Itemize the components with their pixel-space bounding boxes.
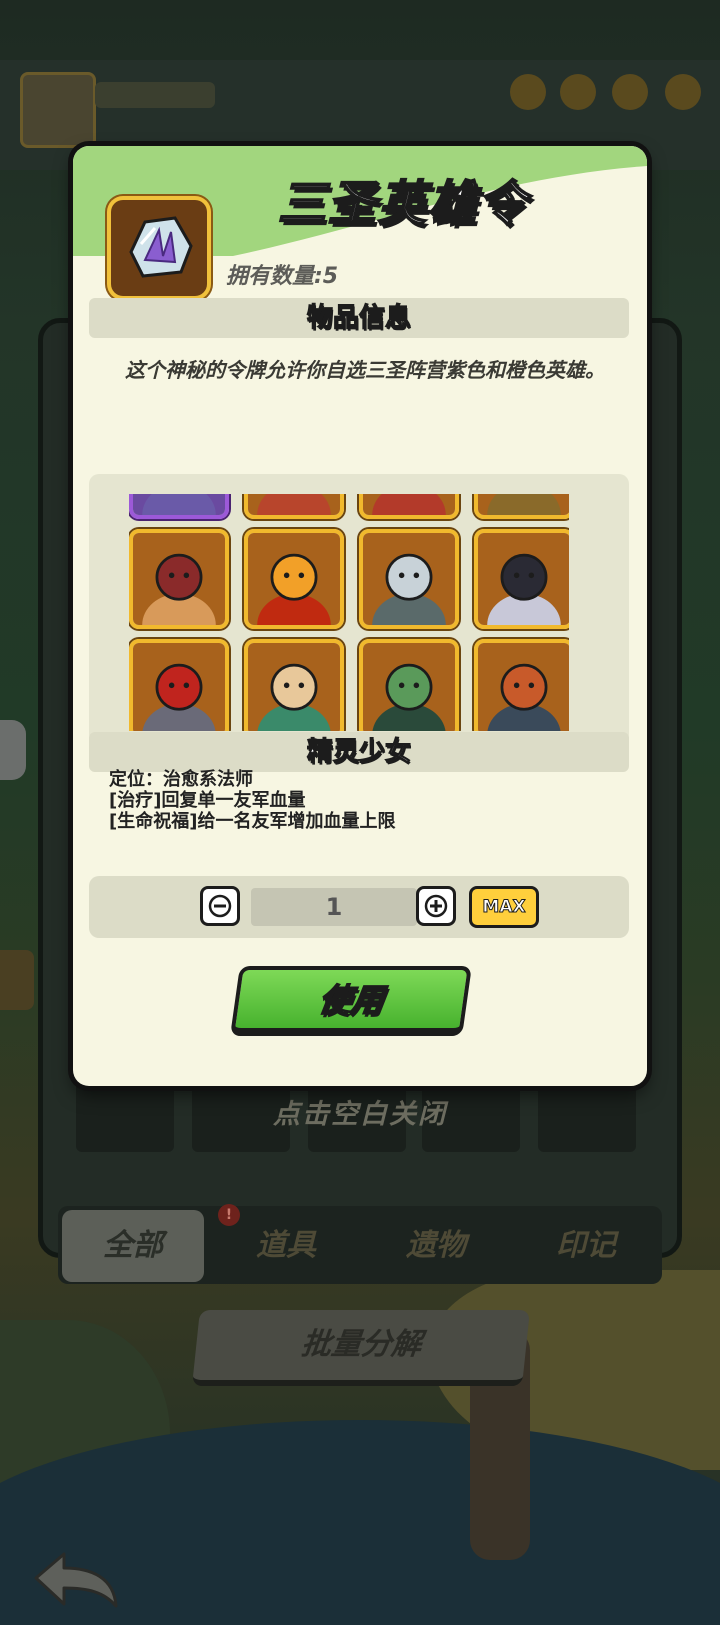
crystal-token-icon — [129, 216, 193, 278]
tab-all[interactable]: 全部 — [62, 1210, 204, 1282]
item-title: 三圣英雄令 — [277, 175, 528, 233]
hero-elf-maiden-bard-portrait[interactable] — [244, 639, 344, 731]
hero-white-cleric-portrait[interactable] — [359, 494, 459, 519]
tab-marks[interactable]: 印记 — [516, 1210, 656, 1282]
quantity-value[interactable]: 1 — [251, 888, 417, 926]
resource-icon — [510, 74, 546, 110]
plus-icon — [424, 894, 448, 918]
selected-hero-description: 定位：治愈系法师 [治疗]回复单一友军血量 [生命祝福]给一名友军增加血量上限 — [109, 769, 395, 832]
back-arrow-icon[interactable] — [30, 1548, 122, 1612]
hero-frog-brute-portrait[interactable] — [359, 639, 459, 731]
use-button[interactable]: 使用 — [230, 966, 472, 1036]
resource-icon — [560, 74, 596, 110]
resource-icon — [665, 74, 701, 110]
side-menu-tab[interactable] — [0, 950, 34, 1010]
selected-hero-name: 精灵少女 — [89, 732, 629, 772]
tab-relics[interactable]: 遗物 — [366, 1210, 506, 1282]
increase-button[interactable] — [416, 886, 456, 926]
hero-tree-ent-portrait[interactable] — [359, 529, 459, 629]
hero-gold-paladin-portrait[interactable] — [474, 494, 569, 519]
hero-red-hood-assassin-portrait[interactable] — [129, 639, 229, 731]
close-hint[interactable]: 点击空白关闭 — [0, 1092, 720, 1131]
hero-skill-line: [生命祝福]给一名友军增加血量上限 — [109, 811, 396, 832]
side-character-icon[interactable] — [0, 720, 26, 780]
item-description: 这个神秘的令牌允许你自选三圣阵营紫色和橙色英雄。 — [125, 358, 605, 382]
item-detail-dialog: 三圣英雄令 拥有数量:5 物品信息 这个神秘的令牌允许你自选三圣阵营紫色和橙色英… — [73, 146, 647, 1086]
owned-count: 拥有数量:5 — [226, 264, 339, 289]
hero-minotaur-portrait[interactable] — [129, 529, 229, 629]
hero-armored-knight-portrait[interactable] — [129, 494, 229, 519]
bulk-decompose-button[interactable]: 批量分解 — [192, 1310, 530, 1386]
player-name-plate — [95, 82, 215, 108]
item-icon-frame — [111, 200, 207, 296]
hero-grid-scroll[interactable] — [129, 494, 569, 731]
item-info-header: 物品信息 — [89, 298, 629, 338]
hero-skill-line: [治疗]回复单一友军血量 — [109, 790, 306, 811]
hero-dwarf-engineer-portrait[interactable] — [474, 639, 569, 731]
max-button[interactable]: MAX — [469, 886, 539, 928]
hero-fire-golem-portrait[interactable] — [244, 529, 344, 629]
resource-icon — [612, 74, 648, 110]
player-avatar — [20, 72, 96, 148]
hero-selection-grid[interactable] — [89, 474, 629, 744]
decrease-button[interactable] — [200, 886, 240, 926]
hero-blue-warrior-portrait[interactable] — [244, 494, 344, 519]
minus-icon — [208, 894, 232, 918]
hero-dark-witch-portrait[interactable] — [474, 529, 569, 629]
notification-badge: ! — [218, 1204, 240, 1226]
hero-role-line: 定位：治愈系法师 — [109, 769, 253, 790]
